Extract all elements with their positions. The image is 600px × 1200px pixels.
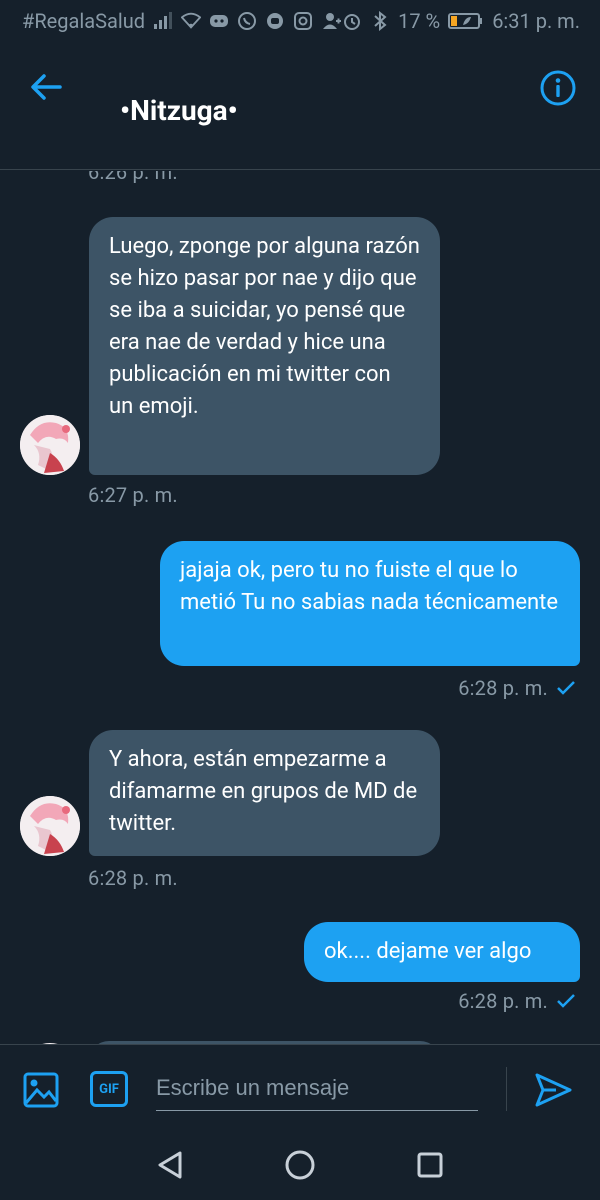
message-text: Luego, zponge por alguna razón se hizo p… xyxy=(109,234,420,419)
message-status: 6:28 p. m. xyxy=(458,989,576,1013)
signal-icon xyxy=(153,11,173,31)
message-composer: GIF xyxy=(0,1044,600,1130)
outgoing-message-bubble[interactable]: jajaja ok, pero tu no fuiste el que lo m… xyxy=(160,541,580,666)
add-contact-icon xyxy=(321,11,342,31)
gif-icon: GIF xyxy=(99,1081,119,1097)
message-text: Y ahora, están empezarme a difamarme en … xyxy=(109,747,418,836)
arrow-left-icon xyxy=(31,74,62,100)
info-icon xyxy=(540,70,576,106)
message-input[interactable] xyxy=(156,1065,478,1111)
nav-back-button[interactable] xyxy=(153,1148,187,1182)
battery-percent: 17 % xyxy=(398,9,441,33)
message-timestamp: 6:26 p. m. xyxy=(88,171,178,184)
clock: 6:31 p. m. xyxy=(492,9,580,33)
check-icon xyxy=(557,994,575,1008)
incoming-message-bubble[interactable]: Luego, zponge por alguna razón se hizo p… xyxy=(89,217,440,475)
message-timestamp: 6:28 p. m. xyxy=(88,866,178,890)
system-navigation-bar xyxy=(0,1130,600,1200)
avatar-image xyxy=(20,415,80,475)
instagram-icon xyxy=(293,11,313,31)
info-button[interactable] xyxy=(538,68,578,108)
nav-home-button[interactable] xyxy=(283,1148,317,1182)
avatar-image xyxy=(20,796,80,856)
message-text: ok.... dejame ver algo xyxy=(324,939,532,964)
conversation-header: •Nitzuga• xyxy=(0,42,600,170)
triangle-back-icon xyxy=(158,1151,182,1179)
conversation-title: •Nitzuga• xyxy=(120,94,238,127)
image-icon xyxy=(23,1072,59,1108)
message-timestamp: 6:28 p. m. xyxy=(458,989,548,1013)
add-image-button[interactable] xyxy=(22,1071,60,1109)
incoming-message-bubble[interactable]: Y ahora, están empezarme a difamarme en … xyxy=(89,730,440,856)
outgoing-message-bubble[interactable]: ok.... dejame ver algo xyxy=(304,922,580,982)
composer-divider xyxy=(506,1067,507,1111)
message-status: 6:28 p. m. xyxy=(458,676,576,700)
discord-icon xyxy=(209,11,229,31)
status-bar-right: 17 % 6:31 p. m. xyxy=(342,9,580,33)
send-icon xyxy=(535,1073,572,1107)
status-bar: #RegalaSalud 17 % 6:31 p. m. xyxy=(0,0,600,42)
send-button[interactable] xyxy=(532,1069,574,1111)
avatar[interactable] xyxy=(20,415,80,475)
battery-icon xyxy=(448,11,484,31)
alarm-icon xyxy=(342,11,362,31)
circle-home-icon xyxy=(285,1150,315,1180)
gif-button[interactable]: GIF xyxy=(90,1071,128,1107)
message-timestamp: 6:27 p. m. xyxy=(88,483,178,507)
check-icon xyxy=(557,681,575,695)
status-bar-left: #RegalaSalud xyxy=(22,9,342,33)
whatsapp-icon xyxy=(237,11,257,31)
message-timestamp: 6:28 p. m. xyxy=(458,676,548,700)
wifi-icon xyxy=(181,11,202,31)
square-recents-icon xyxy=(417,1152,443,1178)
nav-recents-button[interactable] xyxy=(413,1148,447,1182)
message-list[interactable]: 6:26 p. m. Luego, zponge por alguna razó… xyxy=(0,171,600,1044)
messenger-icon xyxy=(265,11,285,31)
avatar[interactable] xyxy=(20,796,80,856)
message-text: jajaja ok, pero tu no fuiste el que lo m… xyxy=(180,558,559,615)
bluetooth-icon xyxy=(370,11,390,31)
carrier-name: #RegalaSalud xyxy=(22,9,146,33)
back-button[interactable] xyxy=(26,67,66,107)
